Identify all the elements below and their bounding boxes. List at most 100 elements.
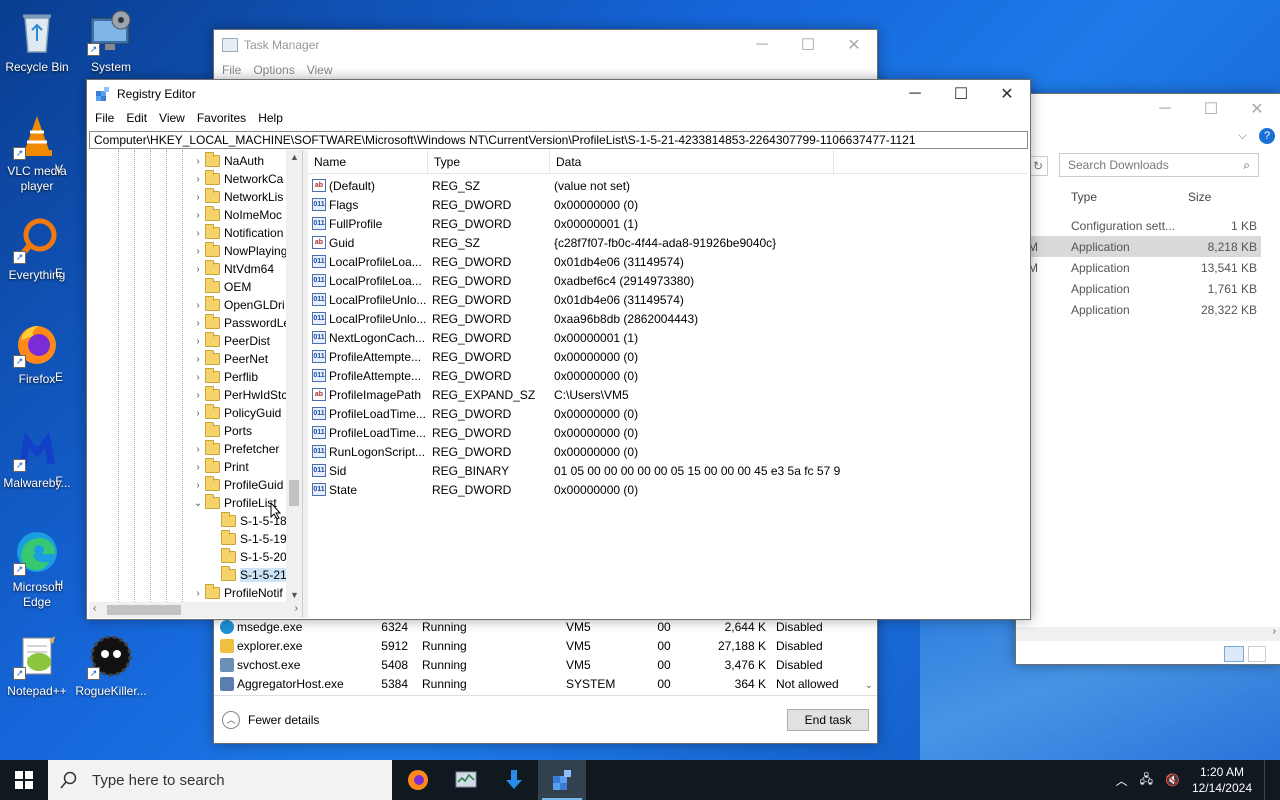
- taskbar-search-box[interactable]: Type here to search: [48, 760, 392, 800]
- registry-value-row[interactable]: 011 NextLogonCach... REG_DWORD 0x00000001 (…: [308, 328, 1028, 347]
- chevron-right-icon[interactable]: ›: [191, 246, 205, 257]
- menu-file[interactable]: File: [216, 63, 247, 77]
- menu-view[interactable]: View: [301, 63, 339, 77]
- registry-values-list[interactable]: Name Type Data ab (Default) REG_SZ (value n…: [308, 150, 1028, 618]
- chevron-right-icon[interactable]: ›: [191, 228, 205, 239]
- tree-node[interactable]: › NetworkCa: [191, 170, 283, 188]
- end-task-button[interactable]: End task: [787, 708, 869, 731]
- registry-value-row[interactable]: ab (Default) REG_SZ (value not set): [308, 176, 1028, 195]
- desktop-icon-notepadpp[interactable]: ↗ Notepad++: [0, 632, 74, 699]
- tree-horizontal-scrollbar[interactable]: ‹ ›: [89, 602, 302, 618]
- column-header-type[interactable]: Type: [1071, 190, 1097, 204]
- tree-node[interactable]: › Prefetcher: [191, 440, 279, 458]
- registry-value-row[interactable]: 011 LocalProfileLoa... REG_DWORD 0x01db4e06…: [308, 252, 1028, 271]
- maximize-button[interactable]: ☐: [1188, 94, 1234, 124]
- scroll-right-icon[interactable]: ›: [295, 603, 298, 614]
- chevron-right-icon[interactable]: ›: [191, 264, 205, 275]
- scroll-down-icon[interactable]: ⌄: [865, 680, 873, 691]
- registry-value-row[interactable]: 011 LocalProfileUnlo... REG_DWORD 0x01db4e0…: [308, 290, 1028, 309]
- address-bar[interactable]: Computer\HKEY_LOCAL_MACHINE\SOFTWARE\Mic…: [89, 131, 1028, 149]
- close-button[interactable]: ✕: [1234, 94, 1280, 124]
- chevron-right-icon[interactable]: ›: [191, 444, 205, 455]
- minimize-button[interactable]: ─: [892, 80, 938, 108]
- menu-view[interactable]: View: [153, 111, 191, 125]
- tree-node[interactable]: S-1-5-21: [207, 566, 287, 584]
- tree-node[interactable]: › OpenGLDri: [191, 296, 285, 314]
- registry-value-row[interactable]: 011 State REG_DWORD 0x00000000 (0): [308, 480, 1028, 499]
- registry-value-row[interactable]: ab Guid REG_SZ {c28f7f07-fb0c-4f44-ada8-919…: [308, 233, 1028, 252]
- start-button[interactable]: [0, 760, 48, 800]
- scroll-right-icon[interactable]: ›: [1273, 626, 1276, 637]
- chevron-right-icon[interactable]: ›: [191, 462, 205, 473]
- tree-node[interactable]: › NtVdm64: [191, 260, 274, 278]
- tray-overflow-chevron-icon[interactable]: ︿: [1116, 772, 1128, 789]
- desktop-icon-edge[interactable]: ↗ Microsoft Edge: [0, 528, 74, 610]
- registry-value-row[interactable]: 011 ProfileAttempte... REG_DWORD 0x00000000…: [308, 347, 1028, 366]
- show-desktop-button[interactable]: [1264, 760, 1270, 800]
- column-header-name[interactable]: Name: [308, 150, 428, 173]
- tree-node[interactable]: › Perflib: [191, 368, 258, 386]
- tree-node[interactable]: › NaAuth: [191, 152, 264, 170]
- file-row[interactable]: Application 1,761 KB: [1016, 278, 1261, 299]
- scroll-down-icon[interactable]: ▼: [290, 590, 299, 600]
- help-icon[interactable]: ?: [1259, 128, 1275, 144]
- scroll-left-icon[interactable]: ‹: [93, 603, 96, 614]
- scroll-up-icon[interactable]: ▲: [290, 152, 299, 162]
- file-row[interactable]: M Application 8,218 KB: [1016, 236, 1261, 257]
- tree-node[interactable]: › PerHwIdStc: [191, 386, 287, 404]
- file-row[interactable]: Configuration sett... 1 KB: [1016, 215, 1261, 236]
- tree-node[interactable]: › ProfileGuid: [191, 476, 283, 494]
- registry-value-row[interactable]: 011 RunLogonScript... REG_DWORD 0x00000000 …: [308, 442, 1028, 461]
- desktop-icon-vlc[interactable]: ↗ VLC media player: [0, 112, 74, 194]
- tree-node[interactable]: › NetworkLis: [191, 188, 283, 206]
- chevron-right-icon[interactable]: ›: [191, 390, 205, 401]
- column-header-size[interactable]: Size: [1188, 190, 1211, 204]
- chevron-right-icon[interactable]: ›: [191, 408, 205, 419]
- chevron-right-icon[interactable]: ›: [191, 156, 205, 167]
- tree-node[interactable]: ⌄ ProfileList: [191, 494, 277, 512]
- chevron-right-icon[interactable]: ›: [191, 210, 205, 221]
- taskbar-registry-editor[interactable]: [538, 760, 586, 800]
- chevron-down-icon[interactable]: ⌄: [191, 498, 205, 509]
- menu-edit[interactable]: Edit: [120, 111, 153, 125]
- taskbar-task-manager[interactable]: [442, 760, 490, 800]
- chevron-right-icon[interactable]: ›: [191, 354, 205, 365]
- search-downloads-input[interactable]: Search Downloads ⌕: [1059, 153, 1259, 177]
- close-button[interactable]: ✕: [984, 80, 1030, 108]
- tree-node[interactable]: › Print: [191, 458, 249, 476]
- details-view-icon[interactable]: [1224, 646, 1244, 662]
- tree-node[interactable]: › PasswordLe: [191, 314, 290, 332]
- chevron-right-icon[interactable]: ›: [191, 588, 205, 599]
- file-row[interactable]: Application 28,322 KB: [1016, 299, 1261, 320]
- registry-value-row[interactable]: 011 ProfileLoadTime... REG_DWORD 0x00000000…: [308, 404, 1028, 423]
- registry-value-row[interactable]: 011 LocalProfileLoa... REG_DWORD 0xadbef6c4…: [308, 271, 1028, 290]
- horizontal-scrollbar[interactable]: ›: [1016, 626, 1280, 641]
- tree-node[interactable]: › NowPlaying: [191, 242, 287, 260]
- registry-value-row[interactable]: 011 FullProfile REG_DWORD 0x00000001 (1): [308, 214, 1028, 233]
- registry-value-row[interactable]: 011 ProfileAttempte... REG_DWORD 0x00000000…: [308, 366, 1028, 385]
- chevron-right-icon[interactable]: ›: [191, 300, 205, 311]
- menu-file[interactable]: File: [89, 111, 120, 125]
- tree-node[interactable]: › ProfileNotif: [191, 584, 283, 602]
- chevron-right-icon[interactable]: ›: [191, 336, 205, 347]
- volume-muted-icon[interactable]: 🔇: [1165, 773, 1180, 787]
- chevron-down-icon[interactable]: ⌵: [1238, 128, 1247, 143]
- network-icon[interactable]: 🖧: [1140, 770, 1153, 791]
- table-row[interactable]: AggregatorHost.exe 5384 Running SYSTEM 0…: [214, 674, 877, 693]
- close-button[interactable]: ✕: [831, 30, 877, 60]
- registry-editor-window[interactable]: Registry Editor ─ ☐ ✕ File Edit View Fav…: [86, 79, 1031, 620]
- minimize-button[interactable]: ─: [1142, 94, 1188, 124]
- menu-help[interactable]: Help: [252, 111, 289, 125]
- tree-vertical-scrollbar[interactable]: ▲ ▼: [286, 150, 302, 602]
- scrollbar-thumb[interactable]: [107, 605, 181, 615]
- fewer-details-button[interactable]: ︿ Fewer details: [222, 710, 319, 729]
- chevron-right-icon[interactable]: ›: [191, 372, 205, 383]
- tree-node[interactable]: › PolicyGuid: [191, 404, 281, 422]
- registry-value-row[interactable]: 011 Sid REG_BINARY 01 05 00 00 00 00 00 05 …: [308, 461, 1028, 480]
- tree-node[interactable]: S-1-5-19: [207, 530, 287, 548]
- tree-node[interactable]: OEM: [191, 278, 251, 296]
- registry-value-row[interactable]: 011 LocalProfileUnlo... REG_DWORD 0xaa96b8d…: [308, 309, 1028, 328]
- tree-node[interactable]: Ports: [191, 422, 252, 440]
- registry-value-row[interactable]: 011 ProfileLoadTime... REG_DWORD 0x00000000…: [308, 423, 1028, 442]
- tree-node[interactable]: S-1-5-20: [207, 548, 287, 566]
